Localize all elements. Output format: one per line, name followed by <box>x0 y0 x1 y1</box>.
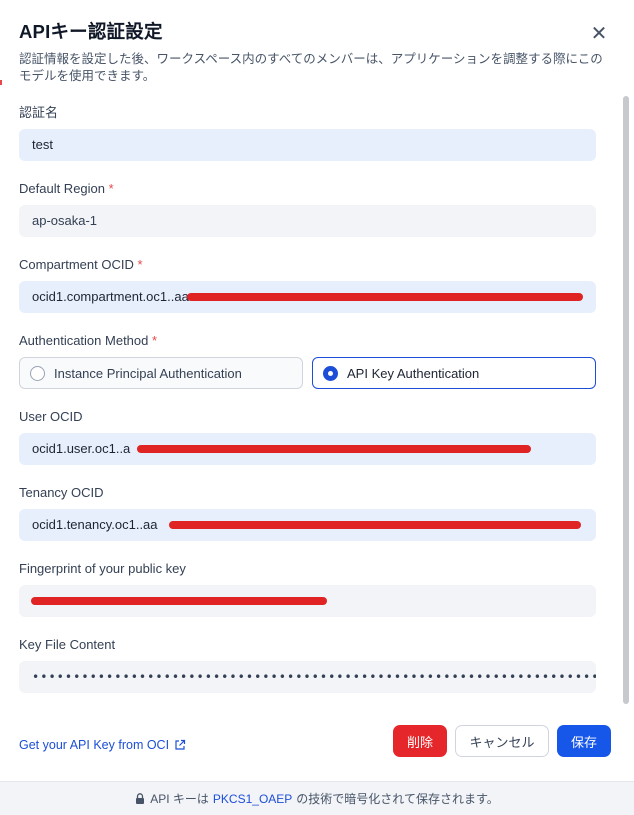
required-mark: * <box>108 181 114 196</box>
key-file-label: Key File Content <box>19 637 116 652</box>
auth-method-label: Authentication Method * <box>19 333 158 348</box>
default-region-field: Default Region * ap-osaka-1 <box>19 179 596 237</box>
redaction-mark <box>169 521 581 529</box>
pkcs-link[interactable]: PKCS1_OAEP <box>213 792 292 806</box>
tenancy-ocid-field: Tenancy OCID ocid1.tenancy.oc1..aa <box>19 483 596 541</box>
radio-checked-icon <box>323 365 338 381</box>
api-key-option[interactable]: API Key Authentication <box>312 357 596 389</box>
external-link-icon <box>175 739 186 750</box>
security-note-bar: API キーは PKCS1_OAEP の技術で暗号化されて保存されます。 <box>0 781 634 815</box>
dialog-title: APIキー認証設定 <box>19 21 163 42</box>
save-button[interactable]: 保存 <box>557 725 611 757</box>
compartment-ocid-field: Compartment OCID * ocid1.compartment.oc1… <box>19 255 596 313</box>
security-note-suffix: の技術で暗号化されて保存されます。 <box>296 792 499 806</box>
instance-principal-label: Instance Principal Authentication <box>54 365 242 381</box>
auth-name-input[interactable]: test <box>19 129 596 161</box>
default-region-label: Default Region * <box>19 181 114 196</box>
tenancy-ocid-input[interactable]: ocid1.tenancy.oc1..aa <box>19 509 596 541</box>
redaction-mark <box>31 597 327 605</box>
radio-unchecked-icon <box>30 365 45 381</box>
user-ocid-field: User OCID ocid1.user.oc1..a <box>19 407 596 465</box>
dialog-header: APIキー認証設定 認証情報を設定した後、ワークスペース内のすべてのメンバーは、… <box>19 18 609 85</box>
dialog-subtitle: 認証情報を設定した後、ワークスペース内のすべてのメンバーは、アプリケーションを調… <box>19 52 603 83</box>
edge-marker <box>0 80 2 85</box>
security-note-prefix: API キーは <box>150 792 209 806</box>
user-ocid-label: User OCID <box>19 409 83 424</box>
key-file-input[interactable]: ••••••••••••••••••••••••••••••••••••••••… <box>19 661 596 693</box>
compartment-ocid-label: Compartment OCID * <box>19 257 143 272</box>
redaction-mark <box>137 445 531 453</box>
auth-method-field: Authentication Method * Instance Princip… <box>19 331 596 389</box>
auth-name-label: 認証名 <box>19 105 59 120</box>
close-icon[interactable]: ✕ <box>588 24 610 46</box>
scrollbar[interactable] <box>623 96 629 704</box>
required-mark: * <box>152 333 158 348</box>
get-api-key-label: Get your API Key from OCI <box>19 738 170 752</box>
tenancy-ocid-label: Tenancy OCID <box>19 485 104 500</box>
user-ocid-input[interactable]: ocid1.user.oc1..a <box>19 433 596 465</box>
key-file-field: Key File Content •••••••••••••••••••••••… <box>19 635 596 693</box>
auth-name-field: 認証名 test <box>19 103 596 161</box>
instance-principal-option[interactable]: Instance Principal Authentication <box>19 357 303 389</box>
required-mark: * <box>137 257 143 272</box>
delete-button[interactable]: 削除 <box>393 725 447 757</box>
auth-method-options: Instance Principal Authentication API Ke… <box>19 357 596 389</box>
cancel-button[interactable]: キャンセル <box>455 725 549 757</box>
get-api-key-link[interactable]: Get your API Key from OCI <box>19 738 186 752</box>
redaction-mark <box>187 293 583 301</box>
api-key-label: API Key Authentication <box>347 365 480 381</box>
fingerprint-label: Fingerprint of your public key <box>19 561 186 576</box>
lock-icon <box>136 793 145 804</box>
default-region-input[interactable]: ap-osaka-1 <box>19 205 596 237</box>
api-key-auth-dialog: APIキー認証設定 認証情報を設定した後、ワークスペース内のすべてのメンバーは、… <box>0 0 634 815</box>
compartment-ocid-input[interactable]: ocid1.compartment.oc1..aa <box>19 281 596 313</box>
fingerprint-field: Fingerprint of your public key <box>19 559 596 617</box>
fingerprint-input[interactable] <box>19 585 596 617</box>
